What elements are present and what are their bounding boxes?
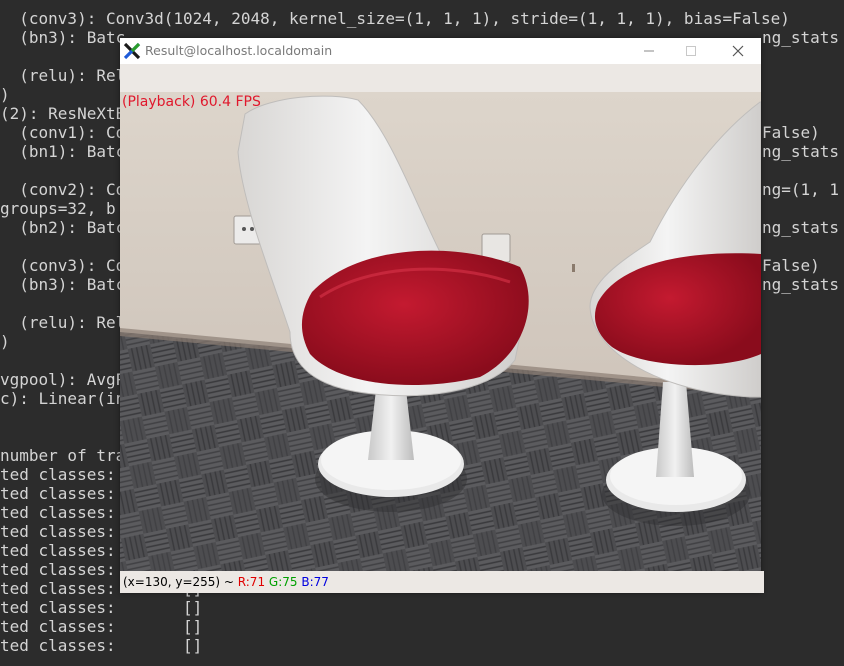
terminal-line: groups=32, b [0,199,116,218]
terminal-line: (conv3): Conv3d(1024, 2048, kernel_size=… [0,9,790,28]
video-frame[interactable]: (Playback) 60.4 FPS [120,92,761,571]
terminal-line: ted classes: [0,522,126,541]
terminal-line: ted classes: [] [0,617,203,636]
terminal-line: (relu): Rel [0,313,126,332]
minimize-button[interactable] [638,41,660,61]
terminal-line: ng_stats [762,218,840,237]
terminal-line: (bn2): Batc [0,218,126,237]
terminal-line: False) [762,123,820,142]
terminal-line: number of tra [0,446,126,465]
terminal-line: False) [762,256,820,275]
blue-value: B:77 [301,575,329,589]
video-image [120,92,761,571]
terminal-line: (conv3): Co [0,256,126,275]
terminal-line: ted classes: [0,484,126,503]
terminal-line: ng=(1, 1 [762,180,840,199]
cursor-coordinates: (x=130, y=255) ~ [123,575,238,589]
fps-overlay: (Playback) 60.4 FPS [122,94,261,110]
maximize-icon [686,46,696,56]
terminal-line: (bn1): Batc [0,142,126,161]
terminal-line: vgpool): AvgP [0,370,126,389]
close-button[interactable] [727,41,749,61]
terminal-line: ng_stats [762,142,840,161]
terminal-line: (conv2): Co [0,180,126,199]
terminal-line: ted classes: [0,541,126,560]
result-window[interactable]: Result@localhost.localdomain (Playback) … [120,38,764,593]
terminal-line: ) [0,85,10,104]
terminal-line: c): Linear(in [0,389,126,408]
terminal-line: ng_stats [762,275,840,294]
maximize-button[interactable] [680,41,702,61]
terminal-line: ted classes: [0,503,126,522]
terminal-line: ted classes: [] [0,598,203,617]
terminal-line: (bn3): Batc [0,28,126,47]
pixel-info-statusbar: (x=130, y=255) ~ R:71 G:75 B:77 [120,571,764,593]
minimize-icon [644,50,654,52]
terminal-line: (2): ResNeXtB [0,104,126,123]
terminal-line: ted classes: [0,560,126,579]
terminal-line: (bn3): Batc [0,275,126,294]
terminal-line: (relu): Rel [0,66,126,85]
terminal-line: ng_stats [762,28,840,47]
window-titlebar[interactable]: Result@localhost.localdomain [120,38,761,64]
terminal-line: (conv1): Co [0,123,126,142]
green-value: G:75 [268,575,298,589]
opencv-x-icon [123,42,141,60]
terminal-line: ted classes: [0,465,126,484]
red-value: R:71 [237,575,266,589]
terminal-line: ) [0,332,10,351]
window-title: Result@localhost.localdomain [145,43,333,58]
close-icon [732,45,744,57]
window-toolbar [120,64,761,92]
terminal-line: ted classes: [] [0,636,203,655]
